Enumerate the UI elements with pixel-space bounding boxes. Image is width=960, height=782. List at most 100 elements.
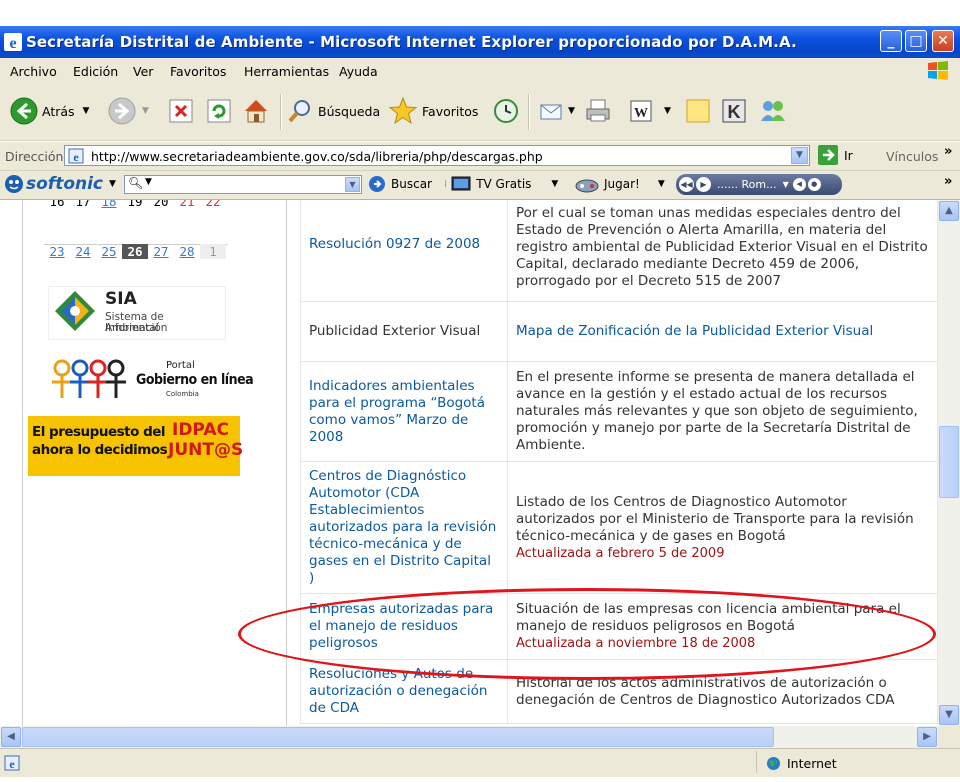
print-button[interactable] <box>584 96 612 126</box>
calendar-day: 17 <box>75 200 91 209</box>
menu-herramientas[interactable]: Herramientas <box>244 64 329 79</box>
prev-icon[interactable]: ◀◀ <box>679 177 694 192</box>
ie-logo-icon: e <box>4 33 22 51</box>
address-input[interactable]: e http://www.secretariadeambiente.gov.co… <box>64 145 810 166</box>
toolbar-separator <box>280 94 282 130</box>
home-button[interactable] <box>242 96 270 126</box>
mail-button[interactable]: ▼ <box>538 96 575 126</box>
row-title-link[interactable]: Centros de Diagnóstico Automotor (CDA Es… <box>300 461 508 594</box>
row-description-text: Listado de los Centros de Diagnostico Au… <box>516 493 914 544</box>
row-description-text: Por el cual se toman unas medidas especi… <box>516 204 928 289</box>
edit-dropdown-icon[interactable]: ▼ <box>664 106 671 116</box>
horizontal-scroll-thumb[interactable] <box>22 727 774 747</box>
minimize-button[interactable]: _ <box>880 30 902 52</box>
vertical-scroll-thumb[interactable] <box>939 426 959 498</box>
scroll-left-icon[interactable]: ◀ <box>1 727 21 747</box>
search-button[interactable]: Búsqueda <box>286 96 380 126</box>
row-title-link[interactable]: Indicadores ambientales para el programa… <box>300 361 508 462</box>
row-title-link[interactable]: Empresas autorizadas para el manejo de r… <box>300 593 508 660</box>
maximize-button[interactable]: □ <box>905 30 927 52</box>
gobierno-en-linea-banner[interactable]: Portal Gobierno en línea Colombia <box>48 352 254 408</box>
calendar-day-link[interactable]: 18 <box>96 200 122 209</box>
page-content: 16 17 18 19 20 21 22 23 24 25 26 27 28 1 SIA Sistema… <box>0 200 938 726</box>
back-button[interactable]: Atrás ▼ <box>10 96 89 126</box>
table-row: Publicidad Exterior Visual Mapa de Zonif… <box>300 301 938 362</box>
row-title-link[interactable]: Resoluciones y Autos de autorización o d… <box>300 659 508 724</box>
volume-down-icon[interactable]: ◀ <box>792 178 806 191</box>
scroll-up-icon[interactable]: ▲ <box>939 201 959 221</box>
sia-banner[interactable]: SIA Sistema de Información Ambiental <box>48 286 226 340</box>
stop-button[interactable] <box>168 96 194 126</box>
note-icon <box>686 99 710 123</box>
discuss-button[interactable] <box>684 96 712 126</box>
forward-dropdown-icon[interactable]: ▼ <box>142 106 149 116</box>
softonic-dropdown-icon[interactable]: ▼ <box>109 179 116 189</box>
stop-icon <box>169 99 193 123</box>
row-description-link[interactable]: Mapa de Zonificación de la Publicidad Ex… <box>516 323 873 339</box>
people-figures-icon <box>52 359 126 398</box>
page-icon: e <box>68 148 84 164</box>
menu-favoritos[interactable]: Favoritos <box>170 64 226 79</box>
vertical-scrollbar[interactable]: ▲ ▼ <box>938 200 960 726</box>
calendar-week-row: 16 17 18 19 20 21 22 <box>44 200 226 209</box>
refresh-button[interactable] <box>206 96 232 126</box>
horizontal-scrollbar[interactable]: ◀ ▶ <box>0 726 938 748</box>
search-history-dropdown-icon[interactable]: ▼ <box>345 177 360 192</box>
table-row: Resoluciones y Autos de autorización o d… <box>300 659 938 724</box>
edit-word-button[interactable]: W ▼ <box>628 96 671 126</box>
calendar-day-link[interactable]: 28 <box>174 244 200 259</box>
links-chevron-icon[interactable]: » <box>944 144 952 159</box>
scroll-right-icon[interactable]: ▶ <box>917 727 937 747</box>
portal-label: Portal <box>166 360 195 371</box>
close-button[interactable]: ✕ <box>932 30 954 52</box>
refresh-icon <box>207 99 231 123</box>
menu-ayuda[interactable]: Ayuda <box>339 64 378 79</box>
calendar-day-link[interactable]: 25 <box>96 244 122 259</box>
row-description: En el presente informe se presenta de ma… <box>507 361 938 462</box>
play-icon[interactable]: ▶ <box>696 177 711 192</box>
softonic-search-input[interactable]: 🔍︎ ▼ ▼ <box>124 175 362 194</box>
scroll-down-icon[interactable]: ▼ <box>939 705 959 725</box>
menu-archivo[interactable]: Archivo <box>10 64 57 79</box>
address-dropdown-icon[interactable]: ▼ <box>791 147 808 164</box>
softonic-search-button[interactable]: Buscar <box>368 175 432 193</box>
tv-gratis-button[interactable]: ⁞ TV Gratis ▼ <box>444 175 558 193</box>
calendar-day-link[interactable]: 24 <box>70 244 96 259</box>
forward-button[interactable]: ▼ <box>108 96 149 126</box>
toolbar: Atrás ▼ ▼ Búsqueda Favoritos ▼ W ▼ K <box>0 84 960 141</box>
row-description: Por el cual se toman unas medidas especi… <box>507 200 938 302</box>
table-row: Indicadores ambientales para el programa… <box>300 361 938 462</box>
links-label[interactable]: Vínculos <box>886 149 938 164</box>
menu-ver[interactable]: Ver <box>133 64 153 79</box>
calendar-day-today[interactable]: 26 <box>122 244 148 259</box>
jugar-button[interactable]: Jugar! ▼ <box>574 174 665 194</box>
table-row: Empresas autorizadas para el manejo de r… <box>300 593 938 660</box>
search-engine-dropdown-icon[interactable]: ▼ <box>145 177 152 187</box>
history-button[interactable] <box>492 96 520 126</box>
idpac-banner[interactable]: El presupuesto del ahora lo decidimos ID… <box>28 416 244 476</box>
k-button[interactable]: K <box>720 96 748 126</box>
calendar-day: 1 <box>200 244 226 259</box>
tv-dropdown-icon[interactable]: ▼ <box>551 179 558 189</box>
row-title-link[interactable]: Resolución 0927 de 2008 <box>300 200 508 302</box>
row-description: Situación de las empresas con licencia a… <box>507 593 938 660</box>
softonic-chevron-icon[interactable]: » <box>944 174 952 189</box>
calendar-day: 21 <box>179 200 195 209</box>
menu-edicion[interactable]: Edición <box>73 64 118 79</box>
status-bar: e Internet <box>0 748 960 777</box>
go-button[interactable]: Ir <box>818 145 853 165</box>
messenger-button[interactable] <box>758 96 788 126</box>
calendar-day-link[interactable]: 23 <box>44 244 70 259</box>
back-dropdown-icon[interactable]: ▼ <box>83 106 90 116</box>
jugar-dropdown-icon[interactable]: ▼ <box>658 179 665 189</box>
media-player[interactable]: ◀◀ ▶ ...... Rom... ▼ ◀ ● <box>676 174 842 195</box>
favorites-button[interactable]: Favoritos <box>388 96 478 126</box>
media-dropdown-icon[interactable]: ▼ <box>783 180 789 189</box>
juntos-brand: JUNT@S <box>168 440 244 460</box>
calendar-week-row: 23 24 25 26 27 28 1 <box>44 244 226 259</box>
softonic-logo[interactable]: softonic ▼ <box>4 174 116 194</box>
mail-dropdown-icon[interactable]: ▼ <box>568 106 575 116</box>
calendar-day-link[interactable]: 27 <box>148 244 174 259</box>
volume-up-icon[interactable]: ● <box>807 178 821 191</box>
grip-icon: ⁞ <box>444 178 448 190</box>
